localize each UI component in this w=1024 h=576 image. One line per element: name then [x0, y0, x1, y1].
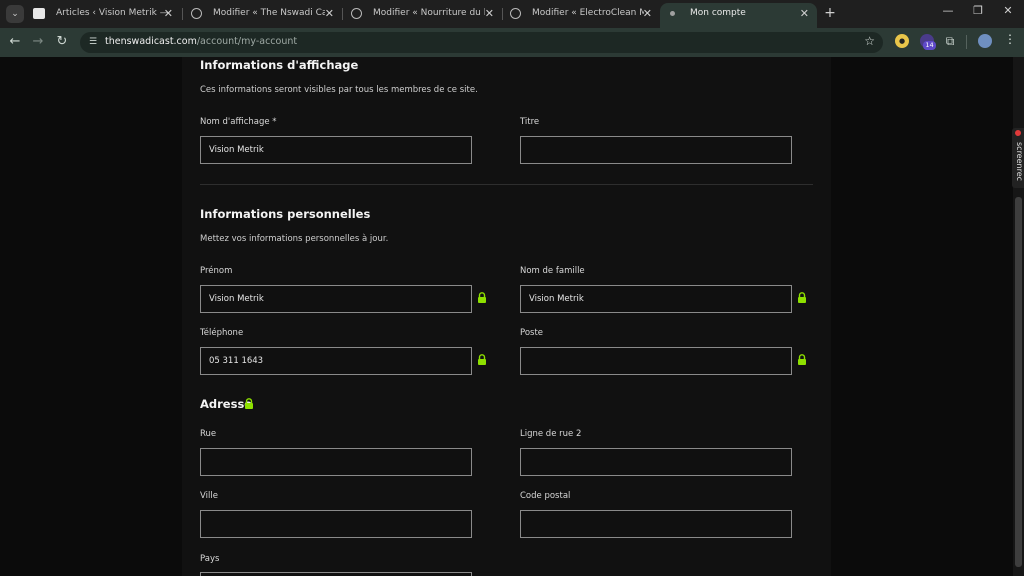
- first-name-label: Prénom: [200, 266, 233, 276]
- wave-icon: [33, 8, 45, 19]
- browser-menu-icon[interactable]: ⋮: [1004, 32, 1016, 46]
- address-url[interactable]: thenswadicast.com/account/my-account: [105, 36, 297, 47]
- display-name-label: Nom d'affichage *: [200, 117, 277, 127]
- close-icon[interactable]: ✕: [325, 3, 334, 24]
- close-icon[interactable]: ✕: [643, 3, 652, 24]
- phone-input[interactable]: [200, 347, 472, 375]
- back-icon[interactable]: ←: [7, 35, 23, 49]
- close-icon[interactable]: ✕: [800, 3, 809, 24]
- account-card: [182, 57, 831, 576]
- screenrec-tab[interactable]: screenrec: [1012, 128, 1024, 188]
- profile-avatar[interactable]: [978, 34, 992, 48]
- extension-badge-icon[interactable]: 14: [920, 34, 936, 50]
- section-divider: [200, 184, 813, 185]
- browser-toolbar: ← → ↻ ☰ thenswadicast.com/account/my-acc…: [0, 28, 1024, 57]
- display-section-description: Ces informations seront visibles par tou…: [200, 85, 478, 95]
- display-name-input[interactable]: [200, 136, 472, 164]
- postal-code-input[interactable]: [520, 510, 792, 538]
- lock-icon: [245, 398, 253, 409]
- minimize-icon[interactable]: —: [940, 4, 956, 17]
- extension-badge: 14: [923, 41, 936, 50]
- toolbar-separator: [966, 35, 967, 49]
- position-input[interactable]: [520, 347, 792, 375]
- screenrec-label: screenrec: [1015, 142, 1024, 182]
- close-icon[interactable]: ✕: [164, 3, 173, 24]
- title-label: Titre: [520, 117, 540, 127]
- record-dot-icon: [1015, 130, 1021, 136]
- tab-nswadi-cast[interactable]: Modifier « The Nswadi Cast » a ✕: [183, 3, 342, 28]
- street2-input[interactable]: [520, 448, 792, 476]
- tab-label: Articles ‹ Vision Metrik — Word: [56, 8, 168, 18]
- tab-label: Modifier « Nourriture du bonh: [373, 8, 485, 18]
- reload-icon[interactable]: ↻: [54, 35, 70, 49]
- extensions-puzzle-icon[interactable]: ⧉: [943, 34, 957, 48]
- window-close-icon[interactable]: ✕: [1000, 4, 1016, 17]
- lock-icon: [478, 354, 486, 365]
- tab-label: Modifier « ElectroClean Market: [532, 8, 644, 18]
- street2-label: Ligne de rue 2: [520, 429, 582, 439]
- tab-electroclean[interactable]: Modifier « ElectroClean Market ✕: [502, 3, 660, 28]
- tab-articles[interactable]: Articles ‹ Vision Metrik — Word ✕: [26, 3, 181, 28]
- bookmark-star-icon[interactable]: ☆: [864, 34, 875, 48]
- globe-icon: [191, 8, 202, 19]
- lock-icon: [478, 292, 486, 303]
- tab-strip: ⌄ Articles ‹ Vision Metrik — Word ✕ Modi…: [0, 0, 1024, 28]
- new-tab-button[interactable]: +: [823, 5, 837, 21]
- globe-icon: [351, 8, 362, 19]
- forward-icon[interactable]: →: [30, 35, 46, 49]
- globe-icon: [510, 8, 521, 19]
- lock-icon: [798, 292, 806, 303]
- street-input[interactable]: [200, 448, 472, 476]
- tab-label: Mon compte: [690, 8, 746, 18]
- title-input[interactable]: [520, 136, 792, 164]
- country-label: Pays: [200, 554, 220, 564]
- position-label: Poste: [520, 328, 544, 338]
- extension-icon[interactable]: ●: [895, 34, 909, 48]
- loading-dot-icon: [670, 11, 675, 16]
- url-host: thenswadicast.com: [105, 36, 197, 47]
- display-section-title: Informations d'affichage: [200, 58, 359, 72]
- page-viewport: [0, 57, 1013, 576]
- tab-search-icon[interactable]: ⌄: [6, 5, 24, 23]
- last-name-input[interactable]: [520, 285, 792, 313]
- site-info-icon[interactable]: ☰: [86, 35, 100, 49]
- tab-label: Modifier « The Nswadi Cast » a: [213, 8, 325, 18]
- close-icon[interactable]: ✕: [485, 3, 494, 24]
- personal-section-title: Informations personnelles: [200, 207, 371, 221]
- street-label: Rue: [200, 429, 217, 439]
- first-name-input[interactable]: [200, 285, 472, 313]
- country-select[interactable]: [200, 572, 472, 576]
- restore-icon[interactable]: ❐: [970, 4, 986, 17]
- last-name-label: Nom de famille: [520, 266, 585, 276]
- tab-mon-compte[interactable]: Mon compte ✕: [660, 3, 817, 28]
- phone-label: Téléphone: [200, 328, 244, 338]
- postal-code-label: Code postal: [520, 491, 571, 501]
- scrollbar-thumb[interactable]: [1015, 197, 1022, 567]
- personal-section-description: Mettez vos informations personnelles à j…: [200, 234, 389, 244]
- city-input[interactable]: [200, 510, 472, 538]
- url-path: /account/my-account: [196, 36, 298, 47]
- city-label: Ville: [200, 491, 218, 501]
- tab-nourriture[interactable]: Modifier « Nourriture du bonh ✕: [343, 3, 502, 28]
- address-bar[interactable]: ☰ thenswadicast.com/account/my-account ☆: [80, 32, 883, 53]
- lock-icon: [798, 354, 806, 365]
